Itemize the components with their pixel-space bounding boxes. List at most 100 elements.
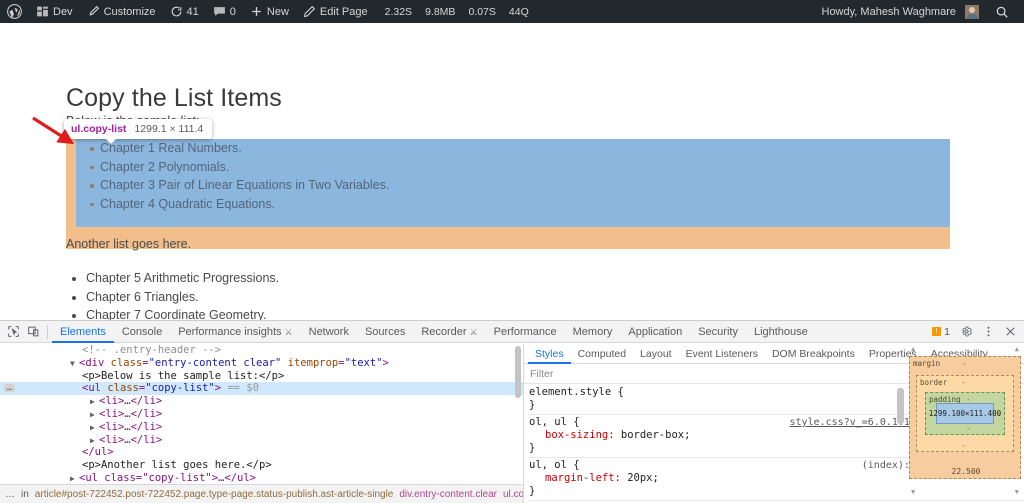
box-model-scroll-down-icon-right[interactable]: ▼ xyxy=(1015,488,1019,496)
property-name[interactable]: margin-left: xyxy=(529,472,621,484)
filter-input[interactable]: Filter xyxy=(530,368,553,380)
dom-attr-value: "copy-list" xyxy=(145,382,215,395)
comment-icon xyxy=(213,5,226,18)
dom-row[interactable]: ▶ <li>…</li> xyxy=(0,408,523,421)
tab-security[interactable]: Security xyxy=(690,321,746,343)
tab-label: Security xyxy=(698,325,738,338)
dom-row[interactable]: </ul> xyxy=(0,446,523,459)
more-options-icon[interactable] xyxy=(978,322,998,342)
list-item-label: Chapter 5 Arithmetic Progressions. xyxy=(86,271,280,285)
tab-layout[interactable]: Layout xyxy=(633,344,679,364)
dom-row[interactable]: <p>Another list goes here.</p> xyxy=(0,459,523,472)
dom-tree-pane[interactable]: <!-- .entry-header --> ▼ <div class="entr… xyxy=(0,344,523,485)
plus-icon xyxy=(250,5,263,18)
dom-row[interactable]: <p>Below is the sample list:</p> xyxy=(0,370,523,383)
admin-bar-item-dev[interactable]: Dev xyxy=(29,0,80,23)
dom-row[interactable]: ▶ <ul class="copy-list">…</ul> xyxy=(0,472,523,485)
tab-console[interactable]: Console xyxy=(114,321,170,343)
dom-attr-value: "text" xyxy=(344,356,383,369)
tab-performance-insights[interactable]: Performance insights ⚔ xyxy=(170,321,300,343)
admin-bar-item-updates[interactable]: 41 xyxy=(163,0,206,23)
tab-network[interactable]: Network xyxy=(301,321,357,343)
tab-sources[interactable]: Sources xyxy=(357,321,413,343)
dom-tag: ul xyxy=(88,382,101,395)
dom-row[interactable]: ▶ <li>…</li> xyxy=(0,434,523,447)
tab-label: Console xyxy=(121,325,163,338)
experimental-flask-icon: ⚔ xyxy=(284,326,293,337)
tab-dom-breakpoints[interactable]: DOM Breakpoints xyxy=(765,344,862,364)
box-model-border-top-value[interactable]: - xyxy=(961,378,966,387)
rule-source-link[interactable]: style.css?v_=6.0.1:1466 xyxy=(790,416,928,429)
tooltip-dimensions: 1299.1 × 111.4 xyxy=(134,123,204,135)
tab-memory[interactable]: Memory xyxy=(565,321,621,343)
list-item: Chapter 4 Quadratic Equations. xyxy=(90,195,950,214)
property-value[interactable]: border-box; xyxy=(621,429,691,441)
ellipsis-badge[interactable]: … xyxy=(4,384,15,393)
admin-bar-search-button[interactable] xyxy=(986,0,1018,23)
stat-db-time: 0.07S xyxy=(468,5,496,18)
tab-styles[interactable]: Styles xyxy=(528,344,571,364)
admin-bar-item-new[interactable]: New xyxy=(243,0,296,23)
tab-label: Lighthouse xyxy=(753,325,808,338)
wordpress-logo-menu[interactable] xyxy=(0,0,29,23)
admin-bar-label-customize: Customize xyxy=(103,5,156,18)
box-model-padding-bottom-value[interactable]: - xyxy=(966,424,971,433)
styles-pane-scrollbar[interactable] xyxy=(897,388,904,424)
dom-selected-marker: == $0 xyxy=(227,382,260,395)
tab-lighthouse[interactable]: Lighthouse xyxy=(746,321,816,343)
admin-bar-label-comments: 0 xyxy=(229,5,236,18)
dom-tag: div xyxy=(85,356,105,369)
list-item-label: Chapter 3 Pair of Linear Equations in Tw… xyxy=(100,178,390,192)
admin-bar-item-customize[interactable]: Customize xyxy=(80,0,163,23)
box-model-border-bottom-value[interactable]: - xyxy=(961,441,966,450)
warning-badge[interactable]: ! 1 xyxy=(928,326,954,338)
breadcrumb-item-article[interactable]: article#post-722452.post-722452.page.typ… xyxy=(35,489,394,500)
dom-comment: <!-- .entry-header --> xyxy=(82,344,222,356)
admin-bar-item-comments[interactable]: 0 xyxy=(206,0,243,23)
dom-row[interactable]: ▶ <li>…</li> xyxy=(0,395,523,408)
dom-row[interactable]: ▼ <div class="entry-content clear" itempr… xyxy=(0,357,523,370)
stat-load-time: 2.32S xyxy=(384,5,413,18)
device-toolbar-icon[interactable] xyxy=(23,322,43,342)
tooltip-tag-name: ul.copy-list xyxy=(71,123,127,135)
box-model-padding[interactable]: padding - - - - 1299.100×111.400 xyxy=(925,392,1005,435)
breadcrumb-item-ul[interactable]: ul.copy-list xyxy=(503,489,523,500)
tab-performance[interactable]: Performance xyxy=(486,321,565,343)
list-item: Chapter 2 Polynomials. xyxy=(90,158,950,177)
admin-bar-left-group: Dev Customize 41 0 New Edit Page 2.32S 9… xyxy=(0,0,533,23)
box-model-border[interactable]: border - padding - - - - 1299.100×111.40… xyxy=(916,375,1014,452)
tab-recorder[interactable]: Recorder ⚔ xyxy=(413,321,485,343)
tab-label: Performance xyxy=(493,325,557,338)
property-name[interactable]: box-sizing: xyxy=(529,429,615,441)
box-model-scroll-down-icon[interactable]: ▼ xyxy=(911,488,915,496)
tab-elements[interactable]: Elements xyxy=(52,321,114,343)
close-icon[interactable] xyxy=(1000,322,1020,342)
dom-row-selected[interactable]: … <ul class="copy-list"> == $0 xyxy=(0,382,523,396)
tab-event-listeners[interactable]: Event Listeners xyxy=(679,344,765,364)
admin-bar-my-account[interactable]: Howdy, Mahesh Waghmare xyxy=(815,0,987,23)
tab-application[interactable]: Application xyxy=(620,321,690,343)
inspect-element-icon[interactable] xyxy=(3,322,23,342)
box-model-scroll-up-icon[interactable]: ▲ xyxy=(911,345,915,353)
property-value[interactable]: 20px; xyxy=(627,472,659,484)
page-content-area: Copy the List Items Below is the sample … xyxy=(0,23,1024,320)
box-model-margin-top-value[interactable]: - xyxy=(962,359,967,368)
dom-row[interactable]: ▶ <li>…</li> xyxy=(0,421,523,434)
admin-bar-query-monitor-stats[interactable]: 2.32S 9.8MB 0.07S 44Q xyxy=(375,6,533,18)
breadcrumb-item-div[interactable]: div.entry-content.clear xyxy=(399,489,497,500)
experimental-flask-icon: ⚔ xyxy=(469,326,478,337)
dom-attr-value: "entry-content clear" xyxy=(148,356,282,369)
box-model-scroll-up-icon-right[interactable]: ▲ xyxy=(1015,345,1019,353)
box-model-content[interactable]: 1299.100×111.400 xyxy=(929,403,1001,424)
element-highlight-tooltip: ul.copy-list 1299.1 × 111.4 xyxy=(64,119,213,144)
tab-computed[interactable]: Computed xyxy=(571,344,633,364)
devtools-toolbar: Elements Console Performance insights ⚔ N… xyxy=(0,321,1024,343)
box-model-content-size: 1299.100×111.400 xyxy=(928,409,1002,418)
box-model-margin-bottom-value[interactable]: 22.500 xyxy=(910,467,1022,476)
breadcrumb-ellipsis[interactable]: … xyxy=(5,489,15,500)
dom-pane-scrollbar[interactable] xyxy=(515,346,521,398)
box-model-margin[interactable]: margin - border - padding - - - - 1299.1… xyxy=(909,356,1021,479)
dom-row[interactable]: <!-- .entry-header --> xyxy=(0,344,523,357)
settings-gear-icon[interactable] xyxy=(956,322,976,342)
admin-bar-item-edit-page[interactable]: Edit Page xyxy=(296,0,375,23)
